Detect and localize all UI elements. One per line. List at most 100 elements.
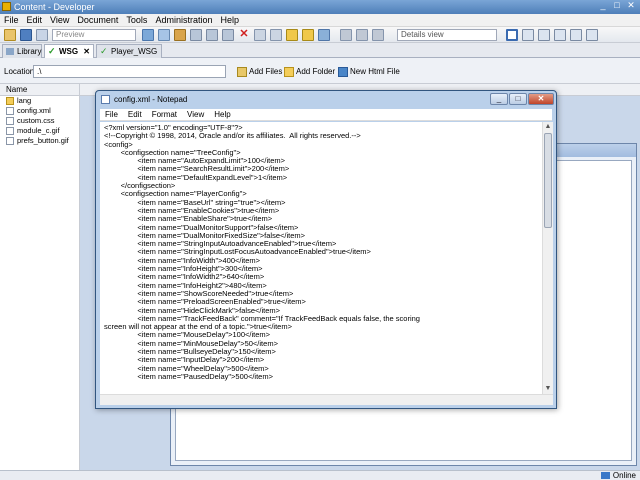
tool-icon-6[interactable] xyxy=(286,29,298,41)
scroll-down-icon[interactable]: ▼ xyxy=(543,384,553,394)
tool-icon-10[interactable] xyxy=(372,29,384,41)
file-icon xyxy=(6,137,14,145)
menu-tools[interactable]: Tools xyxy=(122,14,151,27)
layout-icon-1[interactable] xyxy=(506,29,518,41)
notepad-menubar: File Edit Format View Help xyxy=(100,109,552,121)
new-html-file-label: New Html File xyxy=(350,67,400,76)
column-header-name[interactable]: Name xyxy=(0,84,79,96)
file-list: Name lang config.xml custom.css module_c… xyxy=(0,84,80,470)
scrollbar-thumb[interactable] xyxy=(544,133,552,228)
text-line: <item name="PausedDelay">500</item> xyxy=(104,371,273,381)
tool-icon-3[interactable] xyxy=(174,29,186,41)
folder-icon xyxy=(6,97,14,105)
menu-document[interactable]: Document xyxy=(73,14,122,27)
document-tabs: Library ✓ WSG ✕ ✓ Player_WSG xyxy=(0,43,640,58)
list-item[interactable]: lang xyxy=(0,96,79,106)
list-item[interactable]: custom.css xyxy=(0,116,79,126)
notepad-title: config.xml - Notepad xyxy=(114,95,188,104)
menu-administration[interactable]: Administration xyxy=(151,14,216,27)
tab-wsg[interactable]: ✓ WSG ✕ xyxy=(44,44,94,58)
notepad-menu-view[interactable]: View xyxy=(182,109,209,121)
new-html-file-button[interactable]: New Html File xyxy=(338,67,400,77)
copy-icon[interactable] xyxy=(206,29,218,41)
status-bar: Online xyxy=(0,470,640,480)
notepad-menu-format[interactable]: Format xyxy=(147,109,182,121)
online-label: Online xyxy=(612,471,636,480)
network-icon xyxy=(600,472,610,479)
app-icon xyxy=(2,2,11,11)
file-name: config.xml xyxy=(17,106,51,115)
vertical-scrollbar[interactable]: ▲ ▼ xyxy=(542,122,553,394)
notepad-text-area[interactable]: <?xml version="1.0" encoding="UTF-8"?> <!… xyxy=(100,122,542,394)
close-icon[interactable]: ✕ xyxy=(625,0,637,11)
add-files-icon xyxy=(237,67,247,77)
tab-player-wsg[interactable]: ✓ Player_WSG xyxy=(96,44,162,58)
minimize-icon[interactable]: _ xyxy=(597,0,609,11)
add-folder-icon xyxy=(284,67,294,77)
online-status: Online xyxy=(600,471,636,480)
save-icon[interactable] xyxy=(20,29,32,41)
notepad-menu-file[interactable]: File xyxy=(100,109,123,121)
find-icon[interactable] xyxy=(340,29,352,41)
window-titlebar: Content - Developer _ □ ✕ xyxy=(0,0,640,14)
location-input[interactable] xyxy=(33,65,226,78)
print-icon[interactable] xyxy=(36,29,48,41)
list-item[interactable]: config.xml xyxy=(0,106,79,116)
delete-icon[interactable]: ✕ xyxy=(238,29,250,41)
layout-icon-6[interactable] xyxy=(586,29,598,41)
add-folder-button[interactable]: Add Folder xyxy=(284,67,335,77)
file-name: custom.css xyxy=(17,116,55,125)
layout-icon-2[interactable] xyxy=(522,29,534,41)
tool-icon-1[interactable] xyxy=(142,29,154,41)
library-icon xyxy=(6,48,14,55)
window-title: Content - Developer xyxy=(14,2,95,12)
tab-library-label: Library xyxy=(17,47,42,56)
menu-edit[interactable]: Edit xyxy=(23,14,47,27)
checkmark-icon: ✓ xyxy=(48,46,56,56)
menu-help[interactable]: Help xyxy=(216,14,243,27)
location-label: Location: xyxy=(4,67,37,76)
notepad-maximize-icon[interactable]: □ xyxy=(509,93,527,105)
maximize-icon[interactable]: □ xyxy=(611,0,623,11)
file-icon xyxy=(6,117,14,125)
tab-library[interactable]: Library xyxy=(2,44,42,58)
layout-icon-4[interactable] xyxy=(554,29,566,41)
menu-file[interactable]: File xyxy=(0,14,23,27)
layout-icon-5[interactable] xyxy=(570,29,582,41)
tool-icon-2[interactable] xyxy=(158,29,170,41)
notepad-icon xyxy=(101,95,110,104)
horizontal-scrollbar[interactable] xyxy=(100,394,553,405)
scroll-up-icon[interactable]: ▲ xyxy=(543,122,553,132)
notepad-minimize-icon[interactable]: _ xyxy=(490,93,508,105)
list-item[interactable]: prefs_button.gif xyxy=(0,136,79,146)
open-folder-icon[interactable] xyxy=(4,29,16,41)
list-item[interactable]: module_c.gif xyxy=(0,126,79,136)
paste-icon[interactable] xyxy=(222,29,234,41)
view-select[interactable]: Details view xyxy=(397,29,497,41)
tab-close-icon[interactable]: ✕ xyxy=(83,45,90,58)
toolbar: Preview ✕ Details view xyxy=(0,27,640,43)
notepad-window[interactable]: config.xml - Notepad _ □ ✕ File Edit Forma… xyxy=(95,90,557,409)
file-name: module_c.gif xyxy=(17,126,60,135)
file-name: prefs_button.gif xyxy=(17,136,69,145)
tool-icon-4[interactable] xyxy=(254,29,266,41)
add-files-button[interactable]: Add Files xyxy=(237,67,282,77)
tool-icon-5[interactable] xyxy=(270,29,282,41)
menu-view[interactable]: View xyxy=(46,14,73,27)
notepad-close-icon[interactable]: ✕ xyxy=(528,93,554,105)
menubar: File Edit View Document Tools Administration H… xyxy=(0,14,640,27)
notepad-menu-edit[interactable]: Edit xyxy=(123,109,147,121)
new-html-file-icon xyxy=(338,67,348,77)
checkmark-icon: ✓ xyxy=(100,46,108,56)
layout-icon-3[interactable] xyxy=(538,29,550,41)
file-icon xyxy=(6,107,14,115)
preview-button[interactable]: Preview xyxy=(52,29,136,41)
tool-icon-7[interactable] xyxy=(302,29,314,41)
notepad-menu-help[interactable]: Help xyxy=(209,109,235,121)
tool-icon-8[interactable] xyxy=(318,29,330,41)
tool-icon-9[interactable] xyxy=(356,29,368,41)
cut-icon[interactable] xyxy=(190,29,202,41)
file-icon xyxy=(6,127,14,135)
text-line: <!--Copyright © 1998, 2014, Oracle and/o… xyxy=(104,131,361,141)
tab-player-wsg-label: Player_WSG xyxy=(111,47,158,56)
